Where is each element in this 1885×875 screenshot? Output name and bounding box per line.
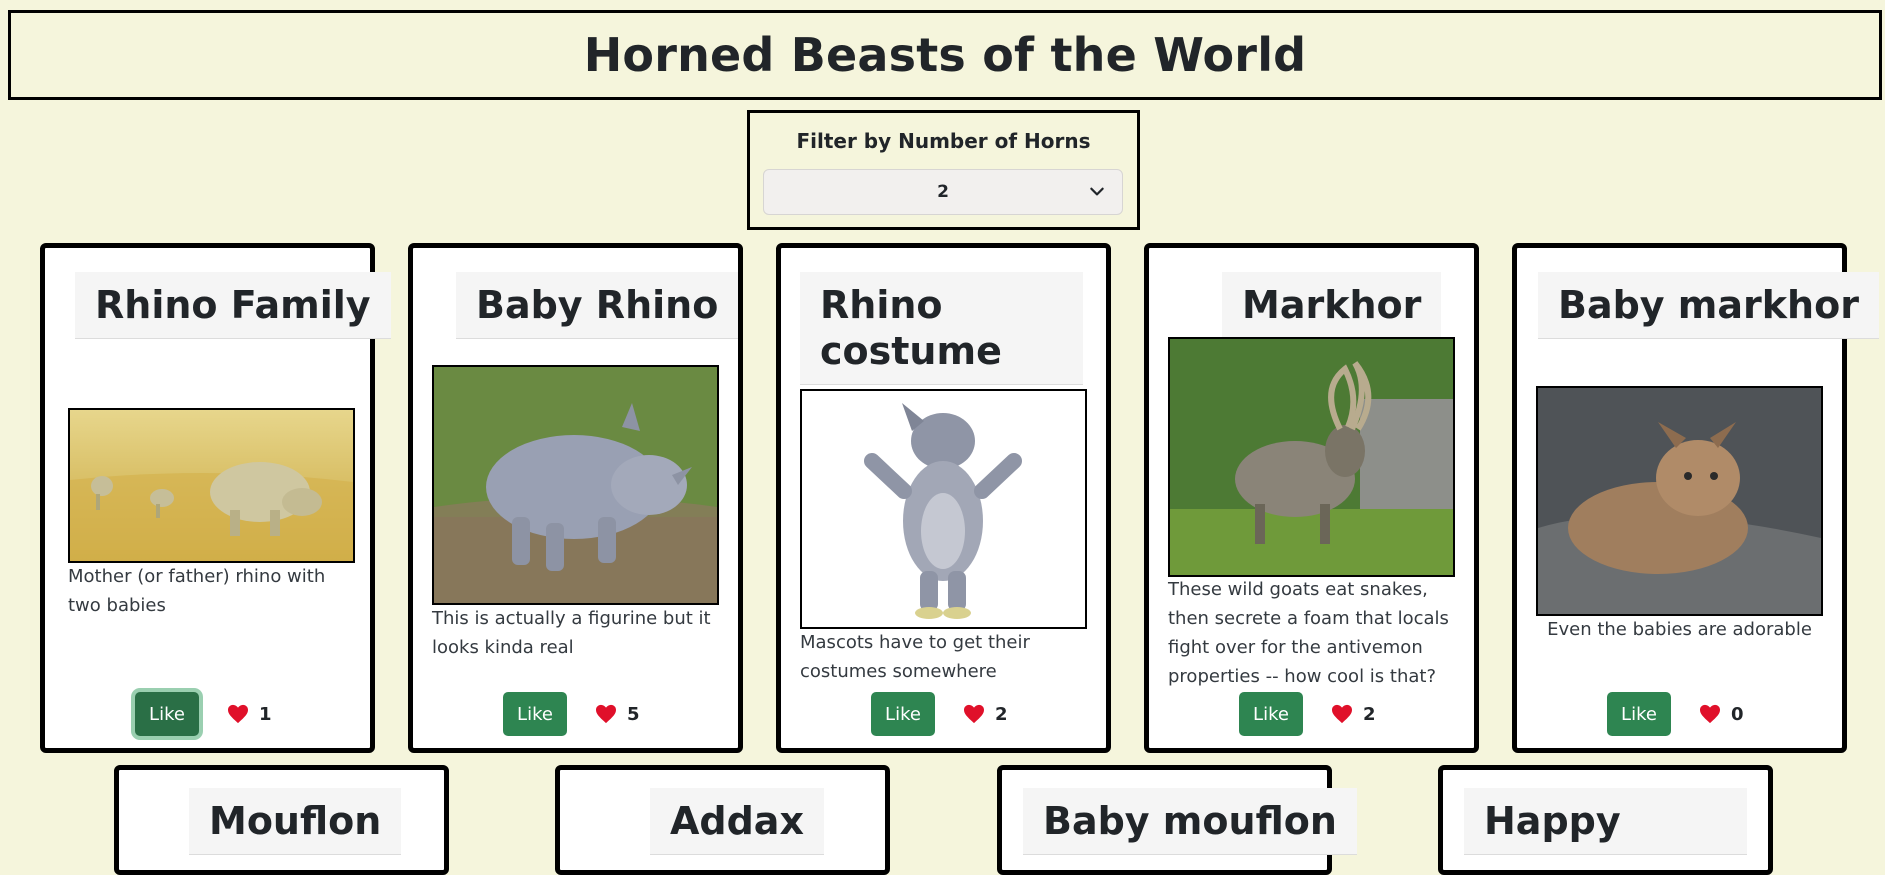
beast-card: Baby markhor Even the babies are adorabl… [1512, 243, 1879, 753]
beast-card: Rhino Family Mother (or father) rhino wi… [40, 243, 391, 753]
beast-card: Mouflon [114, 765, 449, 875]
card-title: Happy [1464, 788, 1747, 855]
like-row: Like 1 [135, 692, 272, 736]
beast-card: Happy [1438, 765, 1773, 875]
like-button[interactable]: Like [871, 692, 935, 736]
like-count: 1 [259, 703, 272, 725]
card-title: Rhino costume [800, 272, 1083, 385]
card-description: Even the babies are adorable [1547, 619, 1812, 640]
heart-icon [964, 704, 984, 724]
card-title: Baby markhor [1538, 272, 1879, 339]
like-button[interactable]: Like [1239, 692, 1303, 736]
card-description: Mother (or father) rhino with two babies [68, 566, 326, 616]
heart-icon [228, 704, 248, 724]
like-row: Like 2 [871, 692, 1008, 736]
beast-image [1536, 386, 1823, 616]
chevron-down-icon [1090, 187, 1104, 196]
horns-select[interactable]: 2 [763, 169, 1123, 215]
beast-card: Markhor These wild goats eat snakes, the… [1144, 243, 1479, 753]
card-description: Mascots have to get their costumes somew… [800, 632, 1030, 682]
beast-card: Rhino costume Mascots have to get their … [776, 243, 1111, 753]
like-row: Like 2 [1239, 692, 1376, 736]
heart-icon [1700, 704, 1720, 724]
beast-card: Addax [555, 765, 890, 875]
like-count: 0 [1731, 703, 1744, 725]
beast-card: Baby mouflon [997, 765, 1357, 875]
card-title: Baby Rhino [456, 272, 739, 339]
beast-card: Baby Rhino This is actually a figurine b… [408, 243, 743, 753]
heart-icon [1332, 704, 1352, 724]
card-title: Mouflon [189, 788, 402, 855]
like-count: 2 [995, 703, 1008, 725]
like-count: 5 [627, 703, 640, 725]
beast-image [800, 389, 1087, 629]
filter-label: Filter by Number of Horns [796, 129, 1091, 153]
like-button[interactable]: Like [1607, 692, 1671, 736]
beast-image [432, 365, 719, 605]
like-count: 2 [1363, 703, 1376, 725]
card-title: Markhor [1222, 272, 1442, 339]
card-description: These wild goats eat snakes, then secret… [1168, 579, 1449, 687]
beast-image [1168, 337, 1455, 577]
card-title: Addax [650, 788, 824, 855]
like-row: Like 5 [503, 692, 640, 736]
like-button[interactable]: Like [503, 692, 567, 736]
horn-filter: Filter by Number of Horns 2 [747, 110, 1140, 230]
card-description: This is actually a figurine but it looks… [432, 608, 711, 658]
card-title: Rhino Family [75, 272, 391, 339]
card-title: Baby mouflon [1023, 788, 1357, 855]
page-title: Horned Beasts of the World [583, 28, 1307, 82]
page-header: Horned Beasts of the World [8, 10, 1882, 100]
heart-icon [596, 704, 616, 724]
horns-select-value: 2 [937, 182, 949, 202]
like-row: Like 0 [1607, 692, 1744, 736]
like-button[interactable]: Like [135, 692, 199, 736]
beast-image [68, 408, 355, 563]
